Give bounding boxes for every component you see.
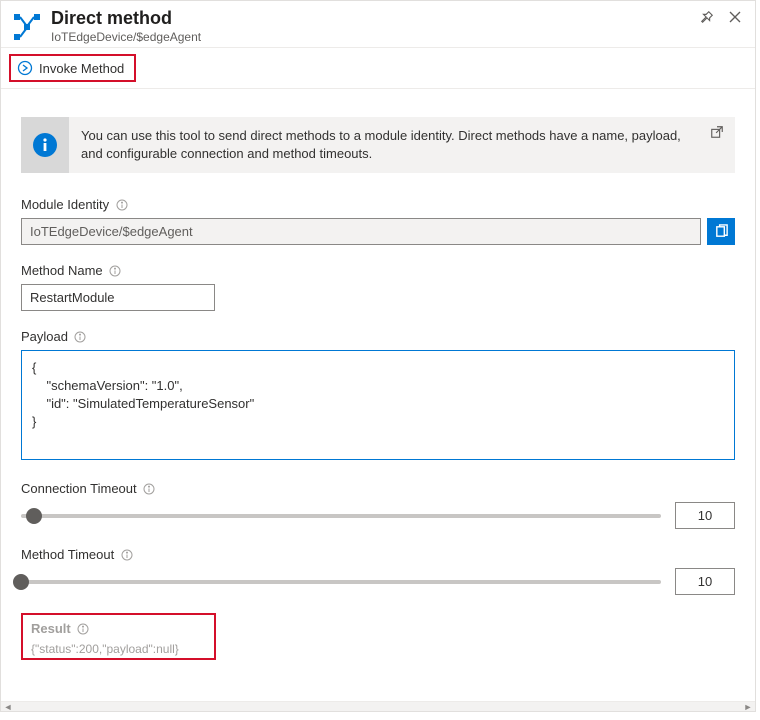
invoke-highlight: Invoke Method (9, 54, 136, 82)
slider-thumb[interactable] (13, 574, 29, 590)
method-name-field: Method Name (21, 263, 735, 311)
scroll-right-arrow[interactable]: ► (741, 702, 755, 712)
horizontal-scrollbar[interactable]: ◄ ► (1, 701, 755, 711)
info-icon[interactable] (109, 264, 122, 277)
pane-header: Direct method IoTEdgeDevice/$edgeAgent (1, 1, 755, 47)
payload-label: Payload (21, 329, 68, 344)
invoke-arrow-icon (17, 60, 33, 76)
info-external-link[interactable] (699, 117, 735, 173)
module-identity-input[interactable] (21, 218, 701, 245)
payload-field: Payload (21, 329, 735, 463)
invoke-method-button[interactable]: Invoke Method (13, 58, 128, 78)
info-banner: You can use this tool to send direct met… (21, 117, 735, 173)
payload-textarea[interactable] (21, 350, 735, 460)
info-icon[interactable] (115, 198, 128, 211)
method-timeout-slider[interactable] (21, 572, 661, 592)
page-title: Direct method (51, 7, 699, 29)
method-name-label: Method Name (21, 263, 103, 278)
info-banner-text: You can use this tool to send direct met… (69, 117, 699, 173)
info-icon[interactable] (120, 548, 133, 561)
result-section: Result {"status":200,"payload":null} (21, 613, 735, 660)
direct-method-icon (9, 9, 45, 45)
info-icon (21, 117, 69, 173)
copy-button[interactable] (707, 218, 735, 245)
method-name-input[interactable] (21, 284, 215, 311)
method-timeout-label: Method Timeout (21, 547, 114, 562)
scroll-left-arrow[interactable]: ◄ (1, 702, 15, 712)
info-icon[interactable] (77, 622, 90, 635)
result-highlight: Result {"status":200,"payload":null} (21, 613, 216, 660)
info-icon[interactable] (74, 330, 87, 343)
pin-button[interactable] (699, 9, 715, 25)
result-value: {"status":200,"payload":null} (31, 642, 206, 656)
connection-timeout-label: Connection Timeout (21, 481, 137, 496)
result-label: Result (31, 621, 71, 636)
content-area: You can use this tool to send direct met… (1, 89, 755, 701)
close-button[interactable] (727, 9, 743, 25)
slider-thumb[interactable] (26, 508, 42, 524)
connection-timeout-field: Connection Timeout 10 (21, 481, 735, 529)
toolbar: Invoke Method (1, 47, 755, 89)
method-timeout-field: Method Timeout 10 (21, 547, 735, 595)
connection-timeout-slider[interactable] (21, 506, 661, 526)
page-subtitle: IoTEdgeDevice/$edgeAgent (51, 29, 699, 45)
method-timeout-value[interactable]: 10 (675, 568, 735, 595)
connection-timeout-value[interactable]: 10 (675, 502, 735, 529)
module-identity-field: Module Identity (21, 197, 735, 245)
module-identity-label: Module Identity (21, 197, 109, 212)
invoke-method-label: Invoke Method (39, 61, 124, 76)
info-icon[interactable] (143, 482, 156, 495)
